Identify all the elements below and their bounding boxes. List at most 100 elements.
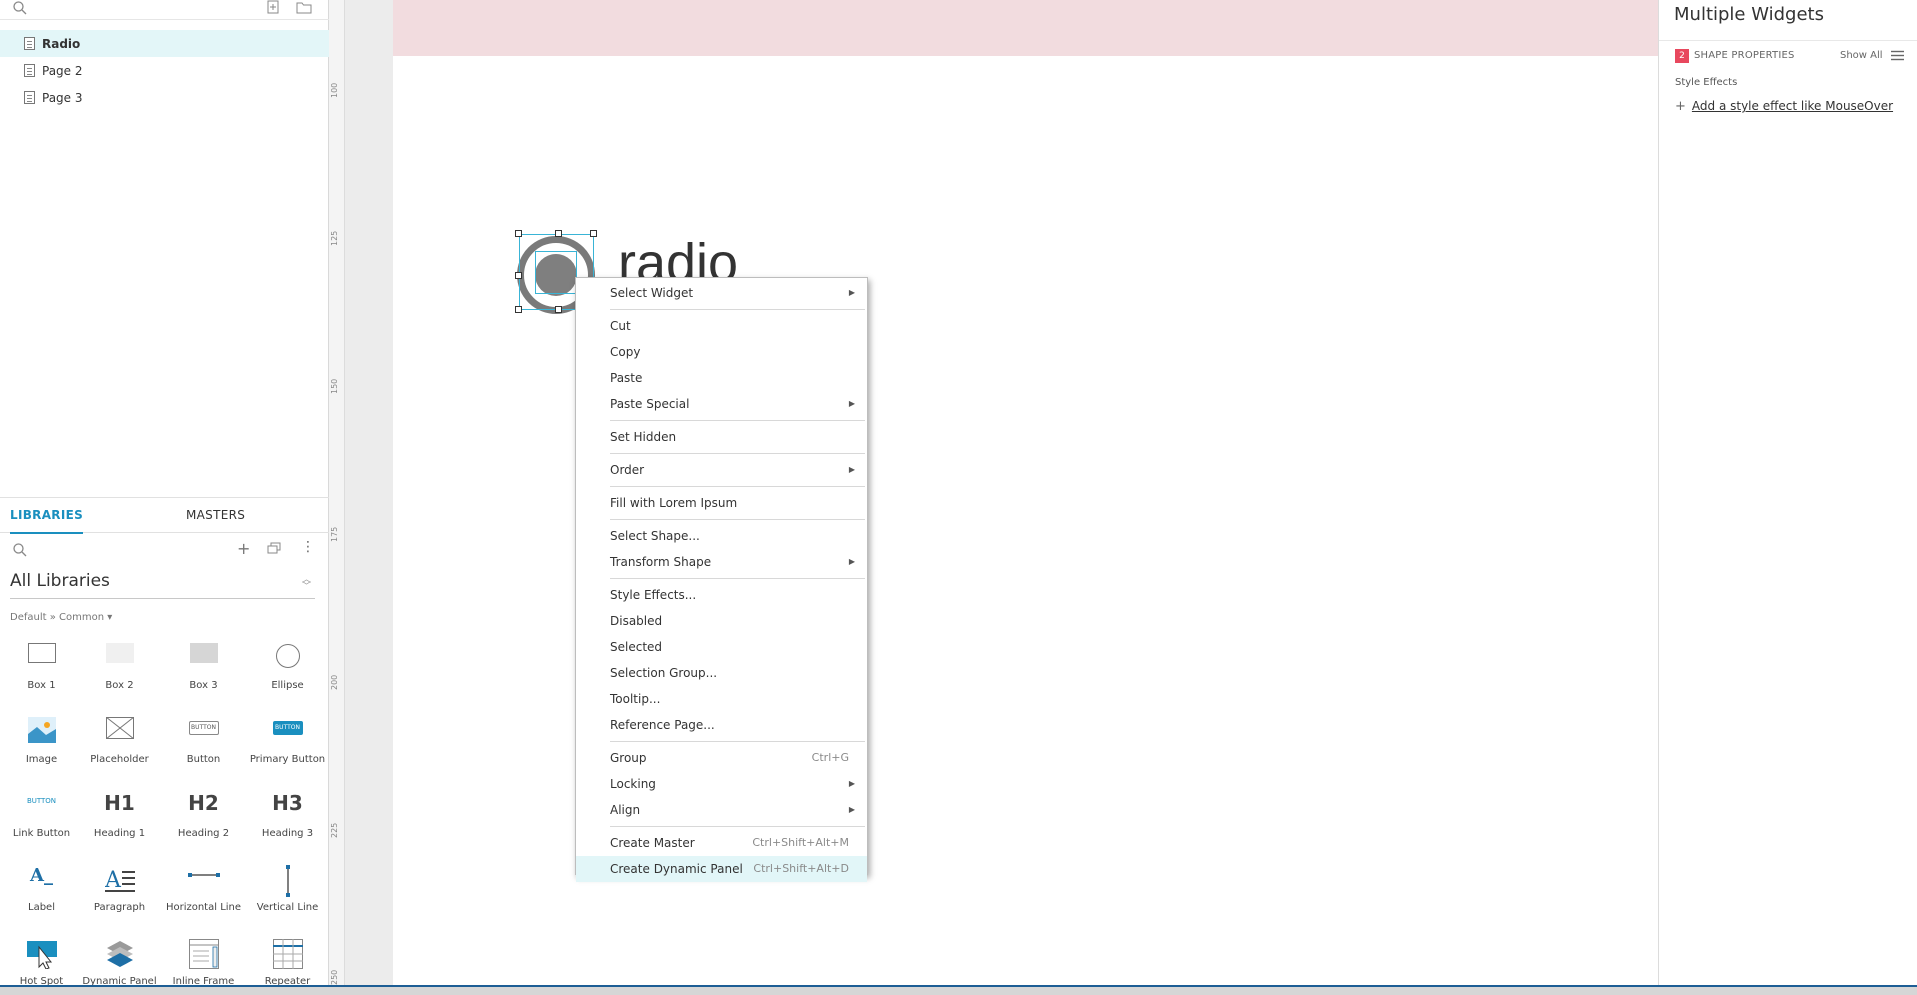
widget-heading3[interactable]: H3 Heading 3 [246, 783, 329, 853]
menu-item-create-dynamic-panel[interactable]: Create Dynamic Panel Ctrl+Shift+Alt+D [576, 856, 867, 882]
menu-item-paste-special[interactable]: Paste Special ▶ [576, 391, 867, 417]
menu-item-select-shape[interactable]: Select Shape... [576, 523, 867, 549]
ruler-tick-label: 100 [330, 82, 339, 98]
ruler-tick-label: 225 [330, 822, 339, 838]
ruler-tick-label: 175 [330, 526, 339, 542]
page-item-3[interactable]: Page 3 [0, 84, 329, 111]
widget-vertical-line[interactable]: Vertical Line [246, 857, 329, 927]
submenu-arrow-icon: ▶ [848, 805, 855, 814]
menu-separator [610, 309, 865, 310]
menu-item-fill-with-lorem-ipsum[interactable]: Fill with Lorem Ipsum [576, 490, 867, 516]
svg-text:A: A [105, 868, 122, 893]
add-style-effect-text[interactable]: Add a style effect like MouseOver [1692, 99, 1893, 113]
shape-properties-label[interactable]: SHAPE PROPERTIES [1694, 50, 1795, 61]
page-icon [24, 91, 35, 104]
widget-image[interactable]: Image [0, 709, 83, 779]
library-breadcrumb[interactable]: Default » Common ▾ [10, 612, 112, 623]
widget-primary-button[interactable]: BUTTON Primary Button [246, 709, 329, 779]
hot-spot-icon [26, 939, 57, 973]
widget-label: Vertical Line [256, 902, 319, 913]
add-style-effect-link[interactable]: + Add a style effect like MouseOver [1675, 99, 1893, 114]
widget-label: Button [186, 754, 221, 765]
library-search-icon[interactable] [12, 542, 28, 558]
search-icon[interactable] [12, 0, 28, 16]
menu-item-align[interactable]: Align ▶ [576, 797, 867, 823]
menu-item-copy[interactable]: Copy [576, 339, 867, 365]
menu-item-label: Transform Shape [610, 555, 712, 569]
menu-item-label: Select Shape... [610, 529, 700, 543]
menu-item-set-hidden[interactable]: Set Hidden [576, 424, 867, 450]
menu-item-style-effects[interactable]: Style Effects... [576, 582, 867, 608]
menu-item-shortcut: Ctrl+Shift+Alt+M [752, 836, 849, 849]
page-item-2[interactable]: Page 2 [0, 57, 329, 84]
menu-item-selection-group[interactable]: Selection Group... [576, 660, 867, 686]
heading1-icon: H1 [104, 791, 135, 815]
menu-item-tooltip[interactable]: Tooltip... [576, 686, 867, 712]
copy-library-icon[interactable] [267, 542, 281, 554]
page-item-1[interactable]: Radio [0, 30, 329, 57]
resize-handle-nw[interactable] [515, 230, 522, 237]
menu-item-reference-page[interactable]: Reference Page... [576, 712, 867, 738]
widget-label: Horizontal Line [165, 902, 242, 913]
widget-label: Primary Button [249, 754, 326, 765]
hamburger-menu-icon[interactable] [1891, 50, 1904, 61]
widget-label: Box 2 [105, 680, 134, 691]
menu-item-label: Select Widget [610, 286, 694, 300]
widget-ellipse[interactable]: Ellipse [246, 635, 329, 705]
widget-paragraph[interactable]: A Paragraph [78, 857, 161, 927]
shape-properties-bar: 2 SHAPE PROPERTIES Show All [1659, 40, 1917, 70]
add-page-icon[interactable] [266, 0, 280, 14]
menu-item-order[interactable]: Order ▶ [576, 457, 867, 483]
menu-item-label: Group [610, 751, 647, 765]
widget-horizontal-line[interactable]: Horizontal Line [162, 857, 245, 927]
widget-box1[interactable]: Box 1 [0, 635, 83, 705]
menu-item-paste[interactable]: Paste [576, 365, 867, 391]
menu-item-cut[interactable]: Cut [576, 313, 867, 339]
resize-handle-w[interactable] [515, 272, 522, 279]
heading3-icon: H3 [272, 791, 303, 815]
menu-item-transform-shape[interactable]: Transform Shape ▶ [576, 549, 867, 575]
inline-frame-icon [188, 939, 219, 973]
add-folder-icon[interactable] [296, 0, 312, 14]
resize-handle-n[interactable] [555, 230, 562, 237]
library-select[interactable]: All Libraries ︿ ﹀ [10, 571, 315, 599]
menu-item-label: Disabled [610, 614, 663, 628]
header-band-shape[interactable] [393, 0, 1658, 56]
resize-handle-sw[interactable] [515, 306, 522, 313]
show-all-button[interactable]: Show All [1840, 50, 1883, 61]
add-library-icon[interactable]: + [237, 539, 250, 558]
menu-separator [610, 519, 865, 520]
resize-handle-s[interactable] [555, 306, 562, 313]
more-options-icon[interactable]: ⋮ [301, 539, 315, 555]
menu-item-select-widget[interactable]: Select Widget ▶ [576, 280, 867, 306]
widget-heading1[interactable]: H1 Heading 1 [78, 783, 161, 853]
paragraph-icon: A [104, 865, 135, 897]
menu-separator [610, 578, 865, 579]
widget-placeholder[interactable]: Placeholder [78, 709, 161, 779]
menu-item-label: Locking [610, 777, 656, 791]
widget-button[interactable]: BUTTON Button [162, 709, 245, 779]
menu-item-label: Paste [610, 371, 643, 385]
box1-icon [27, 643, 56, 667]
menu-item-selected[interactable]: Selected [576, 634, 867, 660]
repeater-icon [272, 939, 303, 973]
widget-label: Ellipse [271, 680, 304, 691]
resize-handle-ne[interactable] [590, 230, 597, 237]
link-button-icon: BUTTON [26, 797, 57, 805]
widget-link-button[interactable]: BUTTON Link Button [0, 783, 83, 853]
menu-item-disabled[interactable]: Disabled [576, 608, 867, 634]
menu-item-create-master[interactable]: Create Master Ctrl+Shift+Alt+M [576, 830, 867, 856]
widget-label[interactable]: A_ Label [0, 857, 83, 927]
menu-item-label: Tooltip... [610, 692, 661, 706]
widget-box3[interactable]: Box 3 [162, 635, 245, 705]
widget-heading2[interactable]: H2 Heading 2 [162, 783, 245, 853]
menu-item-label: Selection Group... [610, 666, 718, 680]
widget-label: Box 3 [189, 680, 218, 691]
tab-libraries[interactable]: LIBRARIES [10, 508, 84, 534]
menu-item-group[interactable]: Group Ctrl+G [576, 745, 867, 771]
tab-masters[interactable]: MASTERS [186, 508, 245, 522]
ruler-tick-label: 250 [330, 969, 339, 985]
menu-item-locking[interactable]: Locking ▶ [576, 771, 867, 797]
menu-item-label: Create Master [610, 836, 695, 850]
widget-box2[interactable]: Box 2 [78, 635, 161, 705]
